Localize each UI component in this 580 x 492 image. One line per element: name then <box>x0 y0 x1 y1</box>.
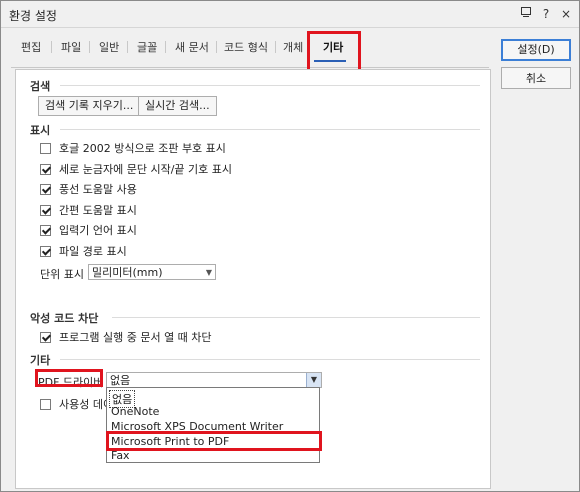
tab-other[interactable]: 기타 <box>323 39 343 55</box>
option-hangul2002-markers[interactable]: 호글 2002 방식으로 조판 부호 표시 <box>40 140 226 156</box>
checkbox[interactable] <box>40 204 51 216</box>
option-block-on-open[interactable]: 프로그램 실행 중 문서 열 때 차단 <box>40 329 212 345</box>
tab-object[interactable]: 개체 <box>283 39 303 55</box>
window-title: 환경 설정 <box>9 9 57 23</box>
section-display-title: 표시 <box>30 124 51 137</box>
settings-dialog: 환경 설정 ? × 편집 파일 일반 글꼴 새 문서 코드 형식 개체 기타 검… <box>0 0 580 492</box>
active-tab-underline <box>314 60 346 62</box>
list-item[interactable]: Fax <box>111 449 130 462</box>
unit-label: 단위 표시 <box>40 268 84 281</box>
list-item[interactable]: Microsoft XPS Document Writer <box>111 420 283 433</box>
option-balloon-help[interactable]: 풍선 도움말 사용 <box>40 181 137 197</box>
section-other-title: 기타 <box>30 354 51 367</box>
checkbox[interactable] <box>40 331 51 343</box>
chevron-down-icon[interactable]: ▼ <box>306 373 321 387</box>
option-file-path[interactable]: 파일 경로 표시 <box>40 243 127 259</box>
tab-edit[interactable]: 편집 <box>21 39 41 55</box>
checkbox[interactable] <box>40 142 51 154</box>
realtime-search-button[interactable]: 실시간 검색... <box>138 96 217 116</box>
ok-button[interactable]: 설정(D) <box>501 39 571 61</box>
checkbox[interactable] <box>40 163 51 175</box>
tab-font[interactable]: 글꼴 <box>137 39 157 55</box>
pdf-driver-label: PDF 드라이버 <box>38 376 104 389</box>
close-icon[interactable]: × <box>557 5 575 23</box>
checkbox[interactable] <box>40 398 51 410</box>
clear-search-history-button[interactable]: 검색 기록 지우기... <box>38 96 141 116</box>
tab-file[interactable]: 파일 <box>61 39 81 55</box>
cancel-button[interactable]: 취소 <box>501 67 571 89</box>
unit-select[interactable]: 밀리미터(mm) ▼ <box>88 264 216 280</box>
help-icon[interactable]: ? <box>537 5 555 23</box>
restore-icon[interactable] <box>517 5 535 23</box>
tab-general[interactable]: 일반 <box>99 39 119 55</box>
checkbox[interactable] <box>40 245 51 257</box>
pdf-driver-dropdown-list[interactable]: 없음 OneNote Microsoft XPS Document Writer… <box>106 387 320 463</box>
option-quick-help[interactable]: 간편 도움말 표시 <box>40 202 137 218</box>
title-bar: 환경 설정 ? × <box>1 1 579 28</box>
tab-new-document[interactable]: 새 문서 <box>175 39 209 55</box>
pdf-driver-select[interactable]: 없음 ▼ <box>106 372 322 388</box>
tab-strip: 편집 파일 일반 글꼴 새 문서 코드 형식 개체 기타 <box>11 31 489 68</box>
chevron-down-icon: ▼ <box>205 268 212 277</box>
option-input-language[interactable]: 입력기 언어 표시 <box>40 222 137 238</box>
list-item[interactable]: Microsoft Print to PDF <box>111 435 229 448</box>
section-search-title: 검색 <box>30 80 51 93</box>
option-usage-data[interactable]: 사용성 데이 <box>40 396 113 412</box>
section-malware-title: 악성 코드 차단 <box>30 312 99 325</box>
checkbox[interactable] <box>40 183 51 195</box>
option-ruler-paragraph-symbols[interactable]: 세로 눈금자에 문단 시작/끝 기호 표시 <box>40 161 232 177</box>
tab-code-format[interactable]: 코드 형식 <box>224 39 268 55</box>
checkbox[interactable] <box>40 224 51 236</box>
list-item[interactable]: OneNote <box>111 405 159 418</box>
